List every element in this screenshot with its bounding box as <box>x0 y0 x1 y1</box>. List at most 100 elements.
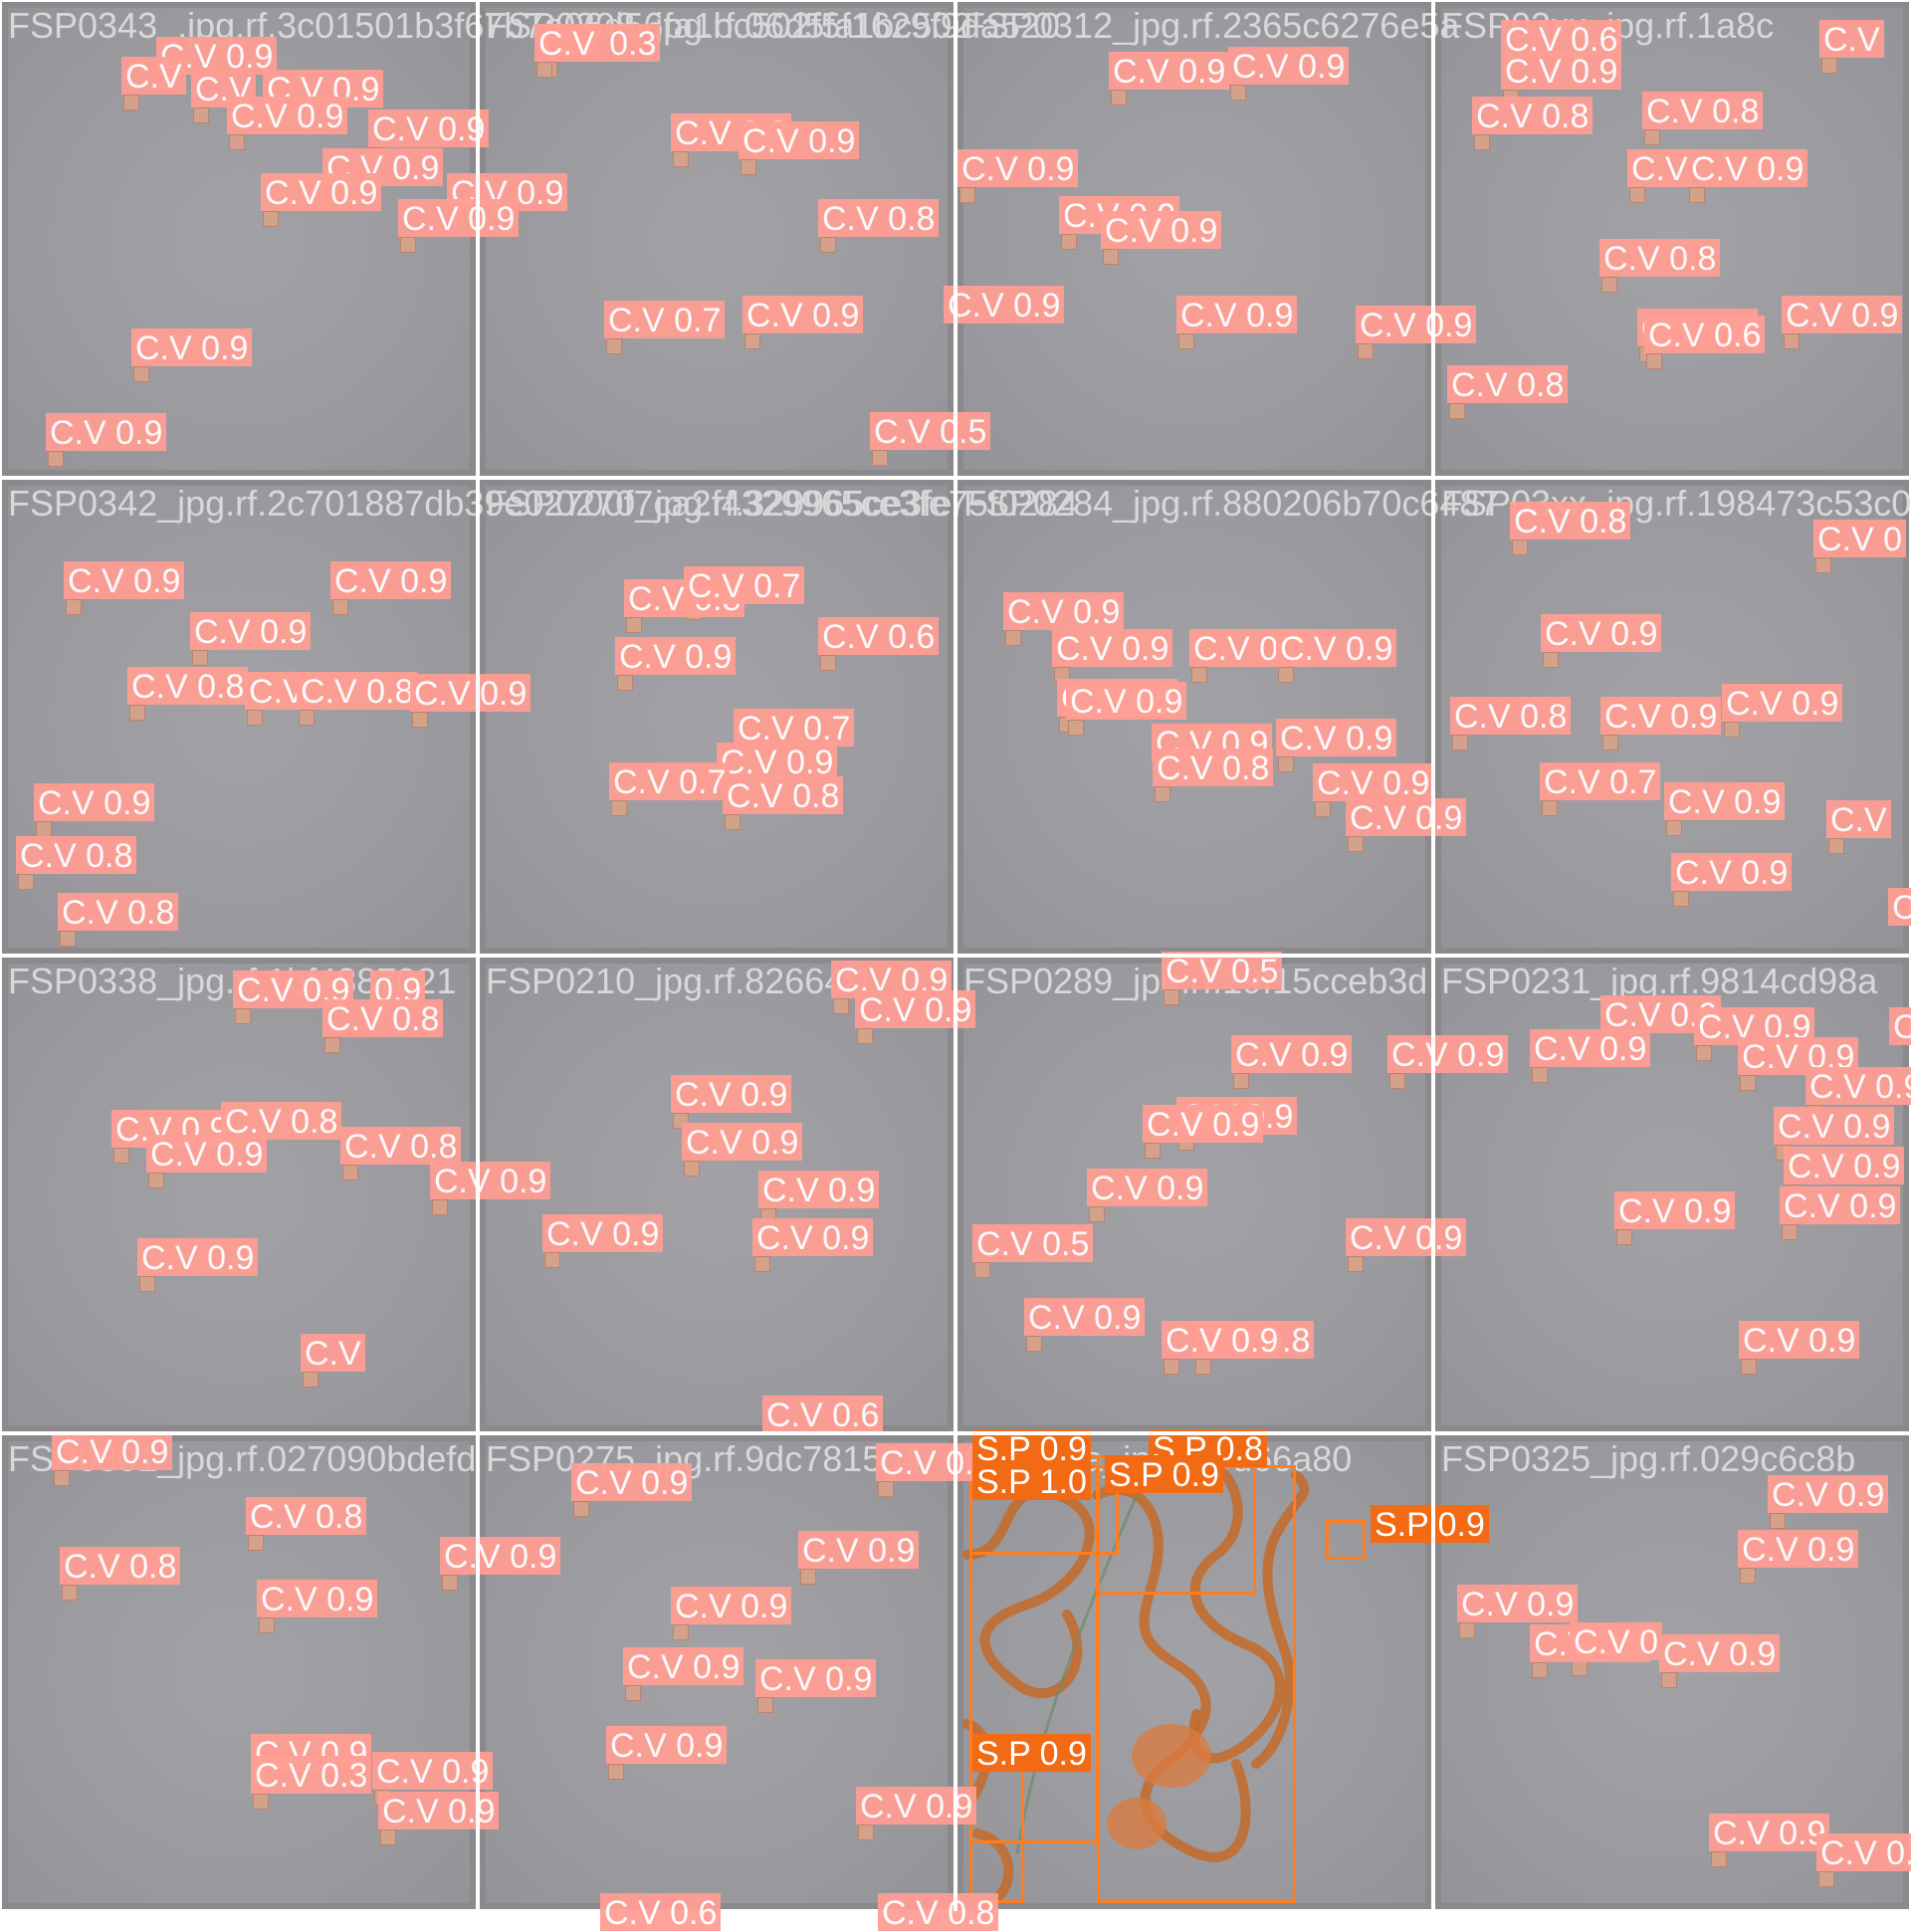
cell-marker <box>1689 187 1705 203</box>
chlorella-label: C.V 0.9 <box>1671 853 1793 891</box>
cell-marker <box>673 151 689 167</box>
chlorella-label: C.V 0 <box>1813 520 1907 557</box>
chlorella-label: C.V 0.9 <box>682 1123 803 1161</box>
cell-marker <box>608 1764 624 1780</box>
chlorella-label: C.V 0.9 <box>606 1726 728 1764</box>
chlorella-label: C.V 0.8 <box>60 1547 181 1585</box>
tile-filename: FSP0210_jpg.rf.82664f1 <box>486 961 875 1001</box>
chlorella-label: C.V 0.9 <box>1066 682 1187 720</box>
chlorella-label: C.V 0.9 <box>743 296 864 333</box>
chlorella-label: C.V 0.9 <box>671 1587 792 1624</box>
chlorella-label: C.V 0.9 <box>615 637 737 675</box>
chlorella-label: C.V 0.8 <box>340 1127 462 1165</box>
cell-marker <box>299 710 315 726</box>
chlorella-label: C.V 0.8 <box>58 893 179 931</box>
cell-marker <box>1616 1229 1632 1245</box>
chlorella-label: C.V 0.6 <box>600 1893 722 1931</box>
spirulina-label: S.P 0.9 <box>1371 1505 1489 1543</box>
cell-marker <box>820 655 836 671</box>
cell-marker <box>1191 667 1207 683</box>
chlorella-label: C.V <box>534 24 599 62</box>
cell-marker <box>1026 1336 1042 1352</box>
cell-marker <box>833 998 849 1014</box>
cell-marker <box>1602 735 1618 751</box>
chlorella-label: C.V 0.9 <box>957 149 1079 187</box>
mosaic-tile: FSP0270_jpg.rf.329965ce3feC.V 0.8C.V 0.7… <box>480 480 954 954</box>
cell-marker <box>1543 652 1559 668</box>
chlorella-label: C.V 0.9 <box>1231 1035 1353 1073</box>
mosaic-tile: FSP0325_jpg.rf.029c6c8b C.V 0.9 C.V 0.9 C.V… <box>1435 1435 1911 1909</box>
chlorella-label: C.V 0.8 <box>723 776 844 814</box>
cell-marker <box>113 1148 129 1164</box>
chlorella-label: C.V 0.9 <box>1782 296 1903 333</box>
cell-marker <box>820 237 836 253</box>
cell-marker <box>1784 333 1800 349</box>
cell-marker <box>1815 557 1831 573</box>
grid-divider <box>0 1431 1911 1435</box>
cell-marker <box>1358 343 1374 359</box>
cell-marker <box>573 1501 589 1517</box>
mosaic-tile: FSP03xx_jpg.rf.198473c53c0ce C.V 0.8 C.V 0… <box>1435 480 1911 954</box>
cell-marker <box>1195 1359 1211 1375</box>
cell-marker <box>192 650 208 666</box>
mosaic-tile: FSP0308_jpg.rf.06d5fa1bc502 C.V 0.3 C.V C.V… <box>480 2 1065 476</box>
chlorella-label: C.V 0.9 <box>46 413 167 451</box>
cell-marker <box>1673 891 1689 907</box>
chlorella-label: C.V 0.9 <box>1664 782 1786 820</box>
cell-marker <box>60 931 76 947</box>
cell-marker <box>1724 722 1740 738</box>
cell-marker <box>432 1199 448 1215</box>
chlorella-label: C.V 0.9 <box>752 1218 874 1256</box>
mosaic-tile: FSP0231_jpg.rf.9814cd98a C.V 0.9 C.V 0.9 C.… <box>1435 958 1911 1431</box>
cell-marker <box>324 1037 340 1053</box>
cell-marker <box>1629 187 1645 203</box>
cell-marker <box>133 366 149 382</box>
cell-marker <box>625 1685 641 1701</box>
cell-marker <box>1532 1067 1548 1083</box>
chlorella-label: C.V 0.9 <box>1176 296 1298 333</box>
chlorella-label: C.V 0.8 <box>1447 365 1569 403</box>
chlorella-label: C.V 0.8 <box>1472 97 1593 134</box>
chlorella-label: C.V 0.9 <box>1003 592 1125 630</box>
microscope-field <box>8 486 470 948</box>
detection-box <box>1097 1465 1296 1903</box>
cell-marker <box>1348 836 1364 852</box>
chlorella-label: C.V 0.9 <box>1346 1218 1467 1256</box>
chlorella-label: C.V 0.8 <box>818 199 940 237</box>
mosaic-tile: FSP03xx_jpg.rf.1a8cC.V 0.6C.V 0.9C.V 0.8… <box>1435 2 1909 476</box>
chlorella-label: C.V 0.8 <box>322 999 444 1037</box>
chlorella-label: C.V 0.9 <box>1774 1107 1895 1145</box>
cell-marker <box>1389 1073 1405 1089</box>
chlorella-label: C.V 0.9 <box>798 1531 920 1569</box>
cell-marker <box>263 211 279 227</box>
microscope-field <box>963 486 1425 948</box>
cell-marker <box>1532 1662 1548 1678</box>
chlorella-label: C.V 0.7 <box>604 301 726 338</box>
chlorella-label: C.V 0.9 <box>1162 1321 1283 1359</box>
cell-marker <box>1233 1073 1249 1089</box>
cell-marker <box>1005 630 1021 646</box>
chlorella-label: C.V 0.9 <box>1457 1585 1579 1622</box>
cell-marker <box>1452 735 1468 751</box>
cell-marker <box>757 1697 773 1713</box>
cell-marker <box>253 1794 269 1810</box>
chlorella-label: C.V 0.9 <box>1722 684 1843 722</box>
chlorella-label: C.V 0.8 <box>246 1497 367 1535</box>
chlorella-label: C.V 0.9 <box>1541 614 1662 652</box>
chlorella-label: C.V 0.7 <box>609 762 731 800</box>
chlorella-label: C.V 0.9 <box>34 783 155 821</box>
chlorella-label: C <box>1888 888 1911 926</box>
chlorella-label: C.V 0.5 <box>972 1224 1094 1262</box>
cell-marker <box>1230 85 1246 101</box>
cell-marker <box>1740 1075 1756 1091</box>
cell-marker <box>1661 1672 1677 1688</box>
cell-marker <box>1646 353 1662 369</box>
mosaic-tile: FSP0342_jpg.rf.2c701887db39e02700f7ca2f4… <box>2 480 1078 954</box>
cell-marker <box>54 1470 70 1486</box>
chlorella-label: C.V 0.9 <box>755 1659 877 1697</box>
chlorella-label: C.V 0.9 <box>1738 1530 1859 1568</box>
cell-marker <box>248 1535 264 1551</box>
spirulina-label: S.P 0.9 <box>1105 1455 1223 1493</box>
cell-marker <box>342 1165 358 1181</box>
mosaic-tile: FSP0275_jpg.rf.9dc781504 C.V 0.9 C.V 0.9 C.… <box>480 1435 999 1931</box>
